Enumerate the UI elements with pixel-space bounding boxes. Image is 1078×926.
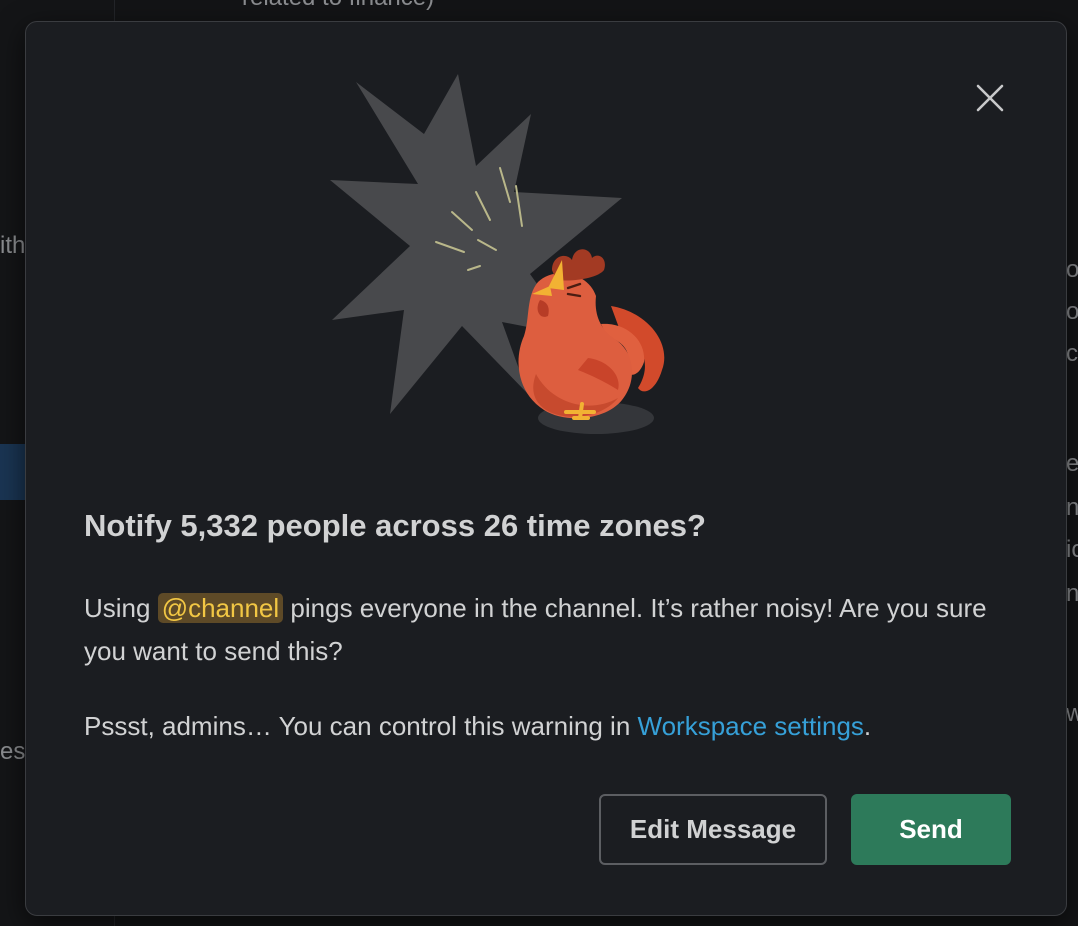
background-fragment: e [1066, 450, 1078, 477]
background-fragment: io [1066, 536, 1078, 563]
background-sidebar-text: ith [0, 232, 26, 259]
send-button[interactable]: Send [851, 794, 1011, 865]
admin-note: Pssst, admins… You can control this warn… [84, 705, 1024, 748]
channel-warning-modal: Notify 5,332 people across 26 time zones… [25, 21, 1067, 916]
background-message-text: related to finance) [242, 0, 434, 12]
background-fragment: no [1066, 580, 1078, 607]
background-fragment: co [1066, 340, 1078, 367]
workspace-settings-link[interactable]: Workspace settings [638, 711, 864, 741]
close-icon [976, 84, 1004, 112]
admin-suffix: . [863, 711, 872, 741]
background-fragment: o [1066, 298, 1078, 325]
channel-mention-badge: @channel [157, 593, 284, 623]
body-prefix: Using [84, 593, 158, 623]
edit-message-button[interactable]: Edit Message [599, 794, 827, 865]
background-fragment: w [1066, 700, 1078, 727]
modal-body: Using @channel pings everyone in the cha… [84, 587, 1024, 673]
background-sidebar-text: es [0, 738, 26, 765]
rooster-illustration [330, 74, 665, 434]
modal-title: Notify 5,332 people across 26 time zones… [84, 508, 706, 543]
close-button[interactable] [968, 76, 1012, 120]
admin-prefix: Pssst, admins… You can control this warn… [84, 711, 638, 741]
background-selected-item [0, 444, 26, 500]
background-fragment: o [1066, 256, 1078, 283]
background-fragment: n [1066, 494, 1078, 521]
